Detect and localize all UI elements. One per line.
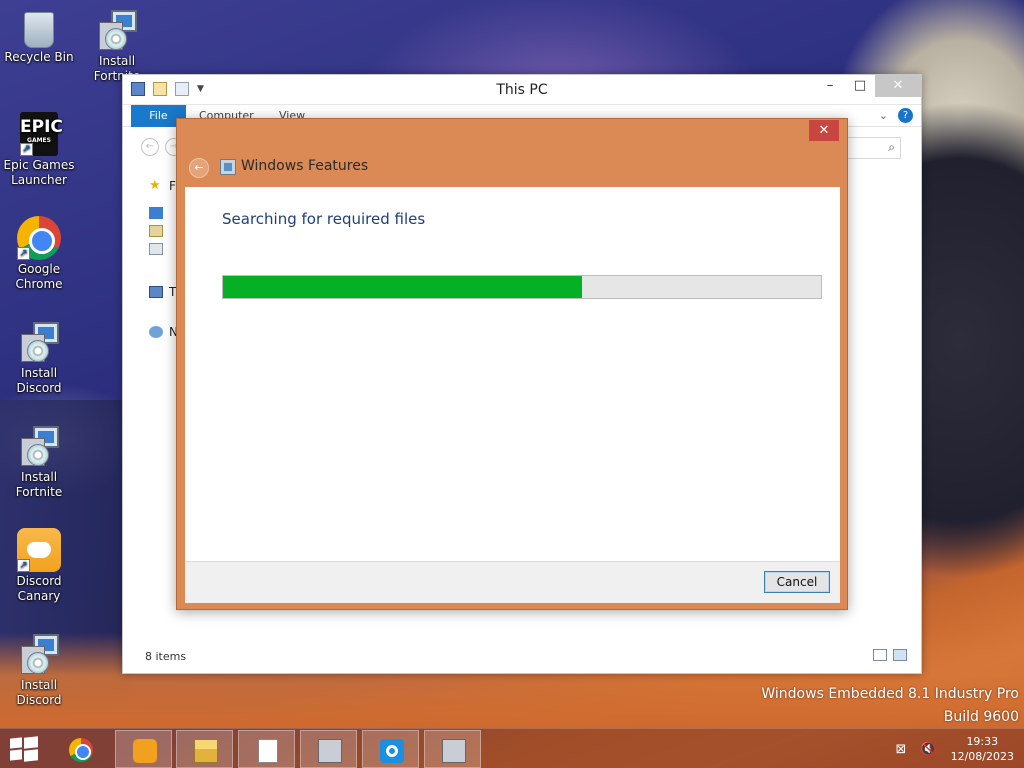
view-switcher: [873, 649, 907, 661]
setup-icon: [17, 320, 61, 364]
epic-games-icon: EPIC GAMES ↗: [20, 112, 63, 156]
nav-item-network[interactable]: N: [149, 325, 178, 339]
desktop-icon-label: Epic Games Launcher: [3, 158, 75, 187]
nav-item-this-pc[interactable]: T: [149, 285, 176, 299]
back-arrow-icon[interactable]: ←: [189, 158, 209, 178]
nav-item-favorites[interactable]: ★ F: [149, 179, 176, 193]
clock-time: 19:33: [966, 735, 999, 748]
taskbar-document[interactable]: [238, 730, 295, 768]
taskbar-discord[interactable]: [115, 730, 172, 768]
desktop-icon-install-discord-2[interactable]: Install Discord: [0, 632, 78, 708]
watermark-edition: Windows Embedded 8.1 Industry Pro: [761, 686, 1019, 702]
ribbon-controls: ⌄ ?: [879, 108, 913, 123]
setup-icon: [17, 632, 61, 676]
nav-item-downloads[interactable]: [149, 225, 163, 237]
epic-logo-text: EPIC: [20, 117, 63, 137]
document-icon: [258, 739, 278, 763]
network-icon: [149, 326, 163, 338]
dialog-title: Windows Features: [241, 158, 369, 174]
start-button[interactable]: [10, 736, 38, 762]
taskbar: ⊠ 🔇 19:33 12/08/2023: [0, 728, 1024, 768]
clock[interactable]: 19:33 12/08/2023: [951, 734, 1014, 764]
minimize-button[interactable]: –: [815, 75, 845, 97]
watermark-build: Build 9600: [943, 709, 1019, 725]
progress-bar: [222, 275, 822, 299]
discord-icon: ↗: [17, 528, 61, 572]
desktop-icon-install-fortnite[interactable]: Install Fortnite: [78, 8, 156, 84]
taskbar-file-explorer[interactable]: [176, 730, 233, 768]
desktop-icon-discord-canary[interactable]: ↗ Discord Canary: [0, 528, 78, 604]
search-icon: ⌕: [888, 140, 895, 154]
folder-icon: [194, 739, 218, 763]
windows-features-icon: [220, 159, 236, 175]
desktop-icon-google-chrome[interactable]: ↗ Google Chrome: [0, 216, 78, 292]
nav-item-label: F: [169, 179, 176, 193]
cancel-button[interactable]: Cancel: [764, 571, 830, 593]
desktop-icon-label: Google Chrome: [15, 262, 63, 291]
volume-muted-icon[interactable]: 🔇: [920, 742, 936, 757]
chrome-icon: [69, 738, 93, 762]
app-icon: [380, 739, 404, 763]
nav-item-desktop[interactable]: [149, 207, 163, 219]
tiles-view-icon[interactable]: [893, 649, 907, 661]
expand-ribbon-chevron-icon[interactable]: ⌄: [879, 109, 888, 122]
dialog-content: Searching for required files: [185, 187, 840, 561]
desktop-icon-label: Recycle Bin: [4, 50, 74, 64]
back-button[interactable]: ←: [141, 138, 159, 156]
desktop-icon-label: Install Fortnite: [15, 470, 63, 499]
computer-icon: [149, 286, 163, 298]
taskbar-chrome[interactable]: [52, 730, 109, 768]
windows-features-dialog[interactable]: ✕ ← Windows Features Searching for requi…: [176, 118, 848, 610]
discord-icon: [133, 739, 157, 763]
star-icon: ★: [149, 178, 161, 193]
window-controls: – □ ✕: [815, 75, 921, 97]
chrome-icon: ↗: [17, 216, 61, 260]
desktop-icon: [149, 207, 163, 219]
explorer-titlebar[interactable]: ▼ This PC – □ ✕: [123, 75, 921, 105]
shortcut-arrow-icon: ↗: [17, 559, 30, 572]
setup-icon: [442, 739, 466, 763]
desktop-icon-label: Install Discord: [16, 678, 62, 707]
setup-icon: [95, 8, 139, 52]
help-icon[interactable]: ?: [898, 108, 913, 123]
clock-date: 12/08/2023: [950, 750, 1014, 763]
desktop-icon-install-discord[interactable]: Install Discord: [0, 320, 78, 396]
recent-places-icon: [149, 243, 163, 255]
maximize-button[interactable]: □: [845, 75, 875, 97]
progress-fill: [223, 276, 582, 298]
status-item-count: 8 items: [145, 650, 187, 663]
shortcut-arrow-icon: ↗: [17, 247, 30, 260]
recycle-bin-icon: [24, 12, 54, 48]
dialog-footer: Cancel: [185, 561, 840, 603]
edition-watermark: Windows Embedded 8.1 Industry Pro Build …: [761, 683, 1019, 729]
shortcut-arrow-icon: ↗: [20, 143, 33, 156]
taskbar-app[interactable]: [362, 730, 419, 768]
status-heading: Searching for required files: [222, 210, 426, 228]
setup-icon: [318, 739, 342, 763]
network-status-icon[interactable]: ⊠: [896, 742, 907, 757]
taskbar-installer[interactable]: [300, 730, 357, 768]
desktop-icon-recycle-bin[interactable]: Recycle Bin: [0, 8, 78, 65]
setup-icon: [17, 424, 61, 468]
desktop-icon-label: Discord Canary: [16, 574, 62, 603]
taskbar-windows-features[interactable]: [424, 730, 481, 768]
desktop-icon-epic-games[interactable]: EPIC GAMES ↗ Epic Games Launcher: [0, 112, 78, 188]
nav-item-recent[interactable]: [149, 243, 163, 255]
dialog-close-button[interactable]: ✕: [809, 120, 839, 141]
explorer-title: This PC: [496, 82, 548, 98]
desktop-icon-label: Install Discord: [16, 366, 62, 395]
downloads-icon: [149, 225, 163, 237]
close-button[interactable]: ✕: [875, 75, 921, 97]
desktop-icon-install-fortnite-2[interactable]: Install Fortnite: [0, 424, 78, 500]
system-tray: ⊠ 🔇 19:33 12/08/2023: [896, 733, 1015, 765]
details-view-icon[interactable]: [873, 649, 887, 661]
